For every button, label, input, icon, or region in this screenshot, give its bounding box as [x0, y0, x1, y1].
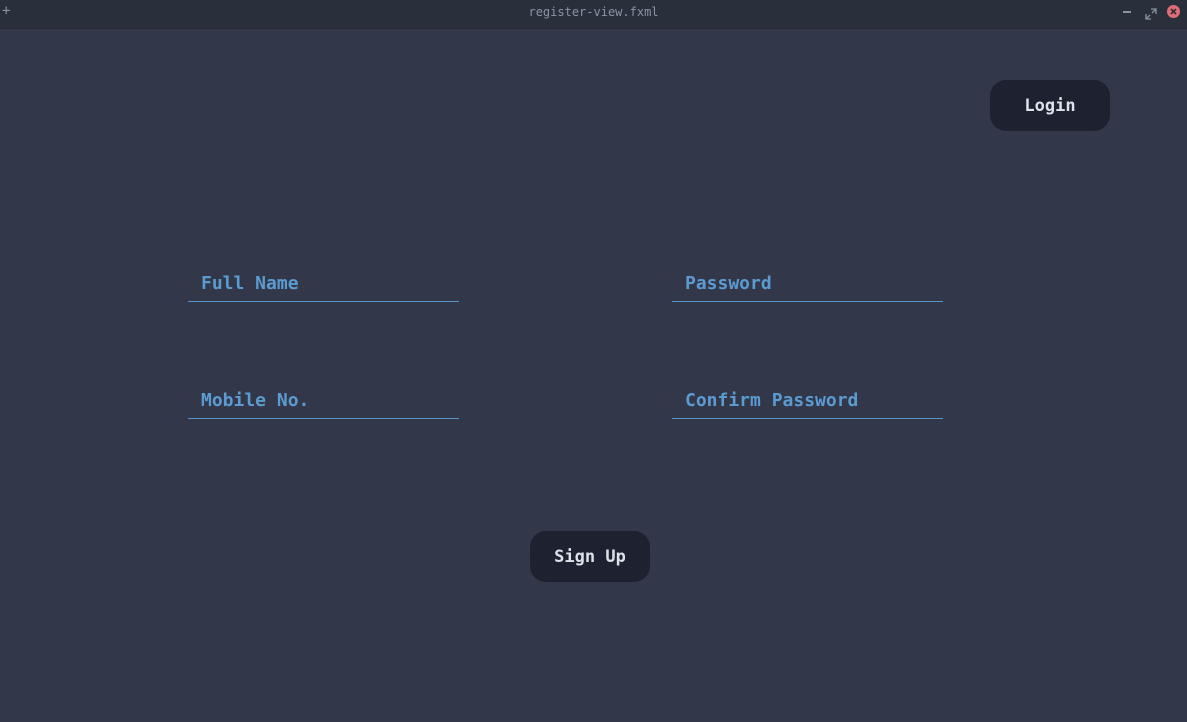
full-name-input[interactable] — [188, 266, 459, 301]
sign-up-button[interactable]: Sign Up — [530, 531, 650, 582]
confirm-password-input[interactable] — [672, 383, 943, 418]
window-title: register-view.fxml — [528, 5, 659, 19]
mobile-field[interactable] — [188, 383, 459, 419]
confirm-password-field[interactable] — [672, 383, 943, 419]
close-icon[interactable] — [1167, 5, 1180, 18]
password-input[interactable] — [672, 266, 943, 301]
password-field[interactable] — [672, 266, 943, 302]
full-name-field[interactable] — [188, 266, 459, 302]
mobile-input[interactable] — [188, 383, 459, 418]
maximize-icon[interactable] — [1145, 5, 1157, 20]
register-window: + register-view.fxml Login Sign Up — [0, 0, 1187, 722]
minimize-icon[interactable] — [1123, 11, 1131, 13]
login-button[interactable]: Login — [990, 80, 1110, 131]
title-bar: + register-view.fxml — [0, 0, 1187, 29]
